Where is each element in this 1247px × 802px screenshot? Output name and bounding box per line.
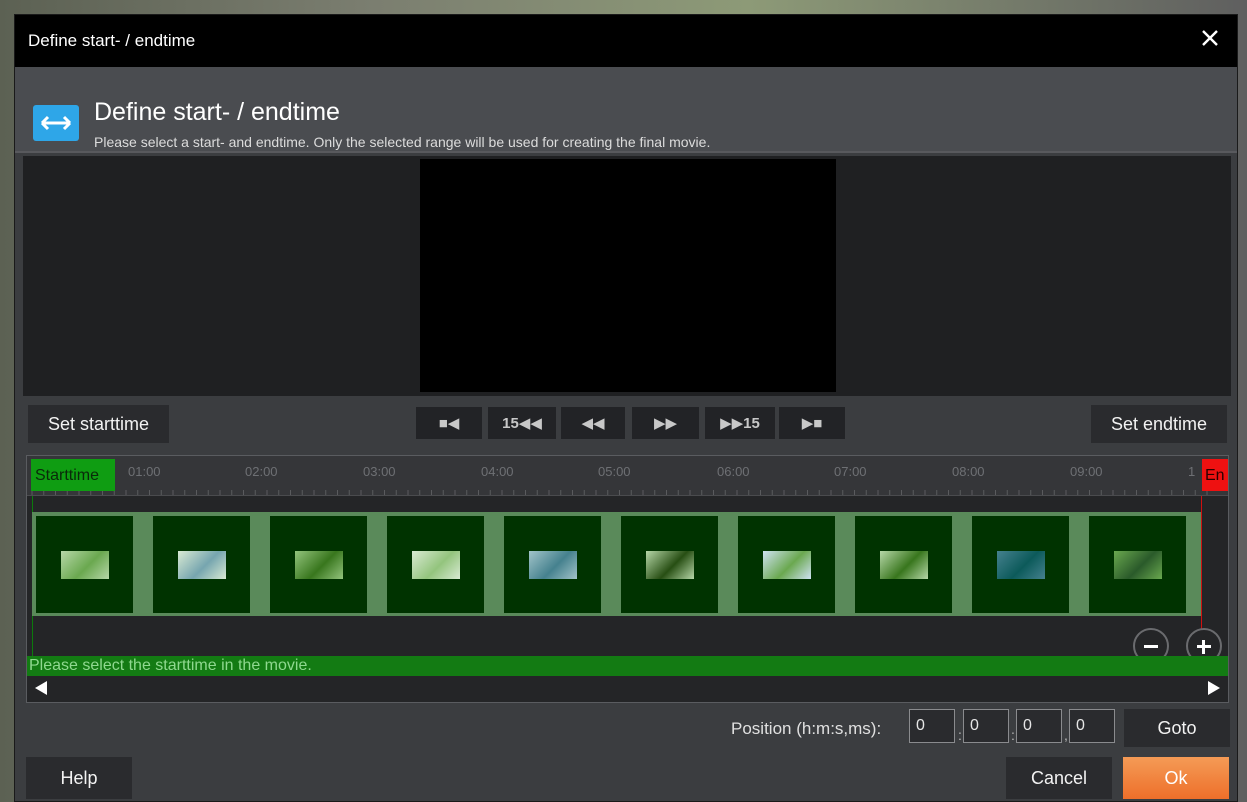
close-icon[interactable] xyxy=(1197,25,1223,51)
thumbnail-frame[interactable] xyxy=(153,516,250,613)
tick-label: 06:00 xyxy=(717,464,750,479)
tick-label: 02:00 xyxy=(245,464,278,479)
define-time-dialog: Define start- / endtime Define start- / … xyxy=(14,14,1238,802)
tick-label: 09:00 xyxy=(1070,464,1103,479)
ok-button[interactable]: Ok xyxy=(1123,757,1229,799)
video-thumbnail xyxy=(645,550,694,579)
thumbnail-frame[interactable] xyxy=(504,516,601,613)
back-15-label: 15◀◀ xyxy=(502,415,542,432)
play-stop-label: ▶■ xyxy=(801,415,823,432)
tick-label: 08:00 xyxy=(952,464,985,479)
thumbnail-frame[interactable] xyxy=(738,516,835,613)
video-thumbnail xyxy=(411,550,460,579)
separator: : xyxy=(1011,727,1015,743)
plus-icon-v xyxy=(1202,640,1205,654)
help-button[interactable]: Help xyxy=(26,757,132,799)
video-thumbnail xyxy=(1113,550,1162,579)
preview-area xyxy=(23,156,1231,396)
goto-button[interactable]: Goto xyxy=(1124,709,1230,747)
stop-back-label: ■◀ xyxy=(438,415,460,432)
dialog-header: Define start- / endtime Please select a … xyxy=(15,67,1237,153)
forward-15-button[interactable]: ▶▶15 xyxy=(705,407,775,439)
tick-label: 01:00 xyxy=(128,464,161,479)
video-thumbnail xyxy=(177,550,226,579)
video-thumbnail xyxy=(60,550,109,579)
thumbnail-frame[interactable] xyxy=(36,516,133,613)
separator: : xyxy=(958,727,962,743)
thumbnail-frame[interactable] xyxy=(972,516,1069,613)
minus-icon xyxy=(1144,645,1158,648)
rewind-label: ◀◀ xyxy=(581,415,605,432)
thumbnail-frame[interactable] xyxy=(1089,516,1186,613)
scroll-right-arrow-icon[interactable] xyxy=(1208,681,1220,695)
separator: , xyxy=(1064,727,1068,743)
thumbnail-frame[interactable] xyxy=(387,516,484,613)
tick-label: 1 xyxy=(1188,464,1196,479)
video-preview[interactable] xyxy=(420,159,836,392)
set-endtime-button[interactable]: Set endtime xyxy=(1091,405,1227,443)
seconds-field[interactable] xyxy=(1016,709,1062,743)
timeline[interactable]: 01:00 02:00 03:00 04:00 05:00 06:00 07:0… xyxy=(26,455,1229,703)
title-bar: Define start- / endtime xyxy=(15,15,1237,67)
set-starttime-button[interactable]: Set starttime xyxy=(28,405,169,443)
tick-label: 05:00 xyxy=(598,464,631,479)
video-thumbnail xyxy=(996,550,1045,579)
filmstrip[interactable] xyxy=(32,512,1202,616)
thumbnail-frame[interactable] xyxy=(855,516,952,613)
milliseconds-field[interactable] xyxy=(1069,709,1115,743)
starttime-marker[interactable]: Starttime xyxy=(31,459,115,491)
forward-15-label: ▶▶15 xyxy=(720,415,760,432)
window-title: Define start- / endtime xyxy=(28,31,196,50)
video-thumbnail xyxy=(528,550,577,579)
time-ruler[interactable]: 01:00 02:00 03:00 04:00 05:00 06:00 07:0… xyxy=(27,456,1228,496)
status-message: Please select the starttime in the movie… xyxy=(27,656,1228,676)
tick-label: 04:00 xyxy=(481,464,514,479)
back-15-button[interactable]: 15◀◀ xyxy=(488,407,556,439)
thumbnail-frame[interactable] xyxy=(621,516,718,613)
endtime-marker[interactable]: En xyxy=(1202,459,1228,491)
video-thumbnail xyxy=(762,550,811,579)
position-label: Position (h:m:s,ms): xyxy=(731,719,882,738)
rewind-button[interactable]: ◀◀ xyxy=(561,407,625,439)
play-stop-button[interactable]: ▶■ xyxy=(779,407,845,439)
stop-back-button[interactable]: ■◀ xyxy=(416,407,482,439)
hours-field[interactable] xyxy=(909,709,955,743)
tick-label: 07:00 xyxy=(834,464,867,479)
thumbnail-frame[interactable] xyxy=(270,516,367,613)
scroll-left-arrow-icon[interactable] xyxy=(35,681,47,695)
tick-label: 03:00 xyxy=(363,464,396,479)
cancel-button[interactable]: Cancel xyxy=(1006,757,1112,799)
forward-button[interactable]: ▶▶ xyxy=(632,407,699,439)
range-arrows-icon xyxy=(33,105,79,141)
video-thumbnail xyxy=(294,550,343,579)
dialog-heading: Define start- / endtime xyxy=(94,98,340,126)
dialog-subtitle: Please select a start- and endtime. Only… xyxy=(94,134,711,150)
minutes-field[interactable] xyxy=(963,709,1009,743)
forward-label: ▶▶ xyxy=(653,415,678,432)
video-thumbnail xyxy=(879,550,928,579)
